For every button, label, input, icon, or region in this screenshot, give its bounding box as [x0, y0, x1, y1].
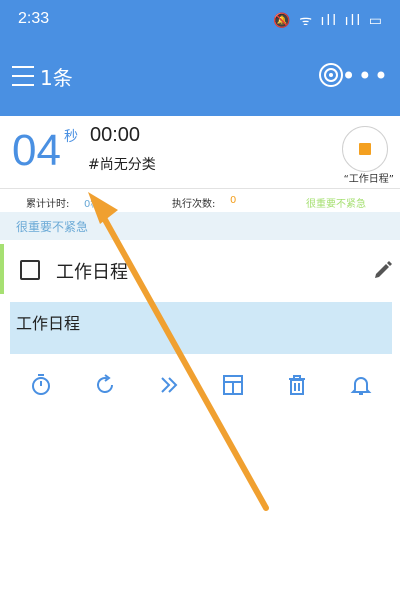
annotation-arrow: [88, 192, 269, 511]
